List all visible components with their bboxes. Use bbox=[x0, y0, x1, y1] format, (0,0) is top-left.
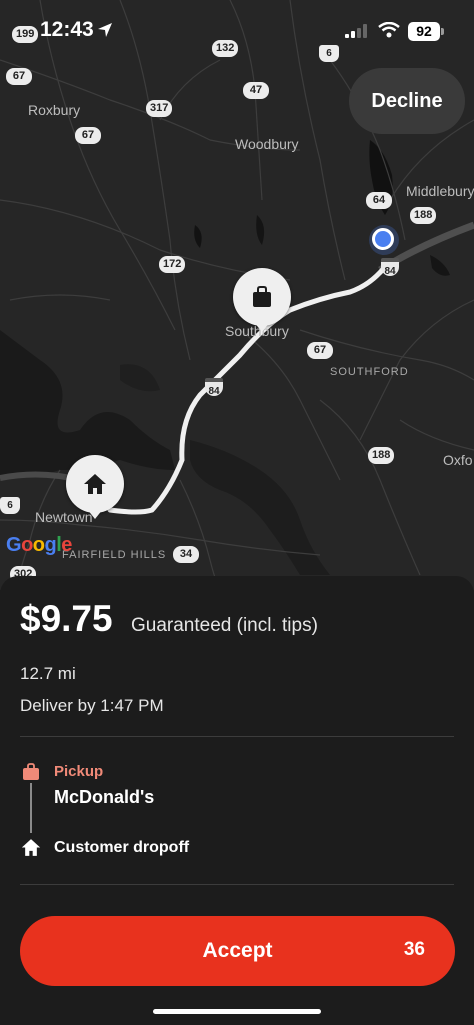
accept-countdown: 36 bbox=[403, 939, 425, 960]
route-shield: 188 bbox=[410, 207, 437, 224]
route-shield: 317 bbox=[146, 100, 173, 117]
offer-distance: 12.7 mi bbox=[20, 664, 76, 683]
status-time: 12:43 bbox=[40, 18, 94, 41]
map-label-newtown: Newtown bbox=[35, 509, 93, 525]
route-connector-line bbox=[30, 783, 32, 833]
location-arrow-icon bbox=[98, 23, 112, 37]
dropoff-home-icon bbox=[21, 839, 41, 856]
route-shield: 34 bbox=[173, 546, 199, 563]
map-label-middlebury: Middlebury bbox=[406, 183, 474, 199]
pickup-marker-tail bbox=[254, 322, 270, 332]
us-route-shield: 6 bbox=[0, 497, 20, 514]
route-shield: 64 bbox=[366, 192, 392, 209]
pickup-map-marker[interactable] bbox=[233, 268, 291, 326]
dropoff-map-marker[interactable] bbox=[66, 455, 124, 513]
offer-price: $9.75 bbox=[20, 598, 113, 639]
battery-indicator: 92 bbox=[408, 22, 440, 41]
google-logo: Google bbox=[6, 534, 72, 556]
wifi-icon bbox=[378, 22, 400, 38]
map-label-southford: SOUTHFORD bbox=[330, 366, 409, 378]
route-shield: 67 bbox=[75, 127, 101, 144]
deliver-by-time: Deliver by 1:47 PM bbox=[20, 696, 164, 715]
route-shield: 67 bbox=[6, 68, 32, 85]
decline-button[interactable]: Decline bbox=[349, 68, 465, 134]
dropoff-label: Customer dropoff bbox=[54, 839, 190, 856]
bag-icon bbox=[253, 286, 271, 307]
route-shield: 47 bbox=[243, 82, 269, 99]
pickup-store-name: McDonald's bbox=[54, 787, 155, 807]
map-label-roxbury: Roxbury bbox=[28, 102, 81, 118]
pickup-label: Pickup bbox=[54, 763, 104, 780]
pickup-bag-icon bbox=[23, 763, 39, 780]
home-indicator[interactable] bbox=[153, 1009, 321, 1014]
divider bbox=[20, 884, 454, 885]
interstate-shield: 84 bbox=[381, 258, 399, 277]
interstate-shield: 84 bbox=[205, 378, 223, 397]
route-shield: 172 bbox=[159, 256, 186, 273]
status-bar: 12:43 92 bbox=[0, 0, 474, 60]
route-shield: 67 bbox=[307, 342, 333, 359]
divider bbox=[20, 736, 454, 737]
dropoff-marker-tail bbox=[87, 509, 103, 519]
home-icon bbox=[84, 474, 106, 494]
price-note: Guaranteed (incl. tips) bbox=[131, 615, 318, 636]
battery-tip bbox=[441, 28, 444, 35]
map-label-woodbury: Woodbury bbox=[235, 136, 299, 152]
accept-button[interactable]: Accept 36 bbox=[20, 916, 455, 986]
route-shield: 188 bbox=[368, 447, 395, 464]
accept-label: Accept bbox=[202, 939, 273, 962]
map-label-fairfield-hills: FAIRFIELD HILLS bbox=[62, 549, 167, 561]
cellular-signal-icon bbox=[345, 24, 367, 38]
current-location-dot bbox=[372, 228, 394, 250]
map-label-oxford: Oxfo bbox=[443, 452, 473, 468]
